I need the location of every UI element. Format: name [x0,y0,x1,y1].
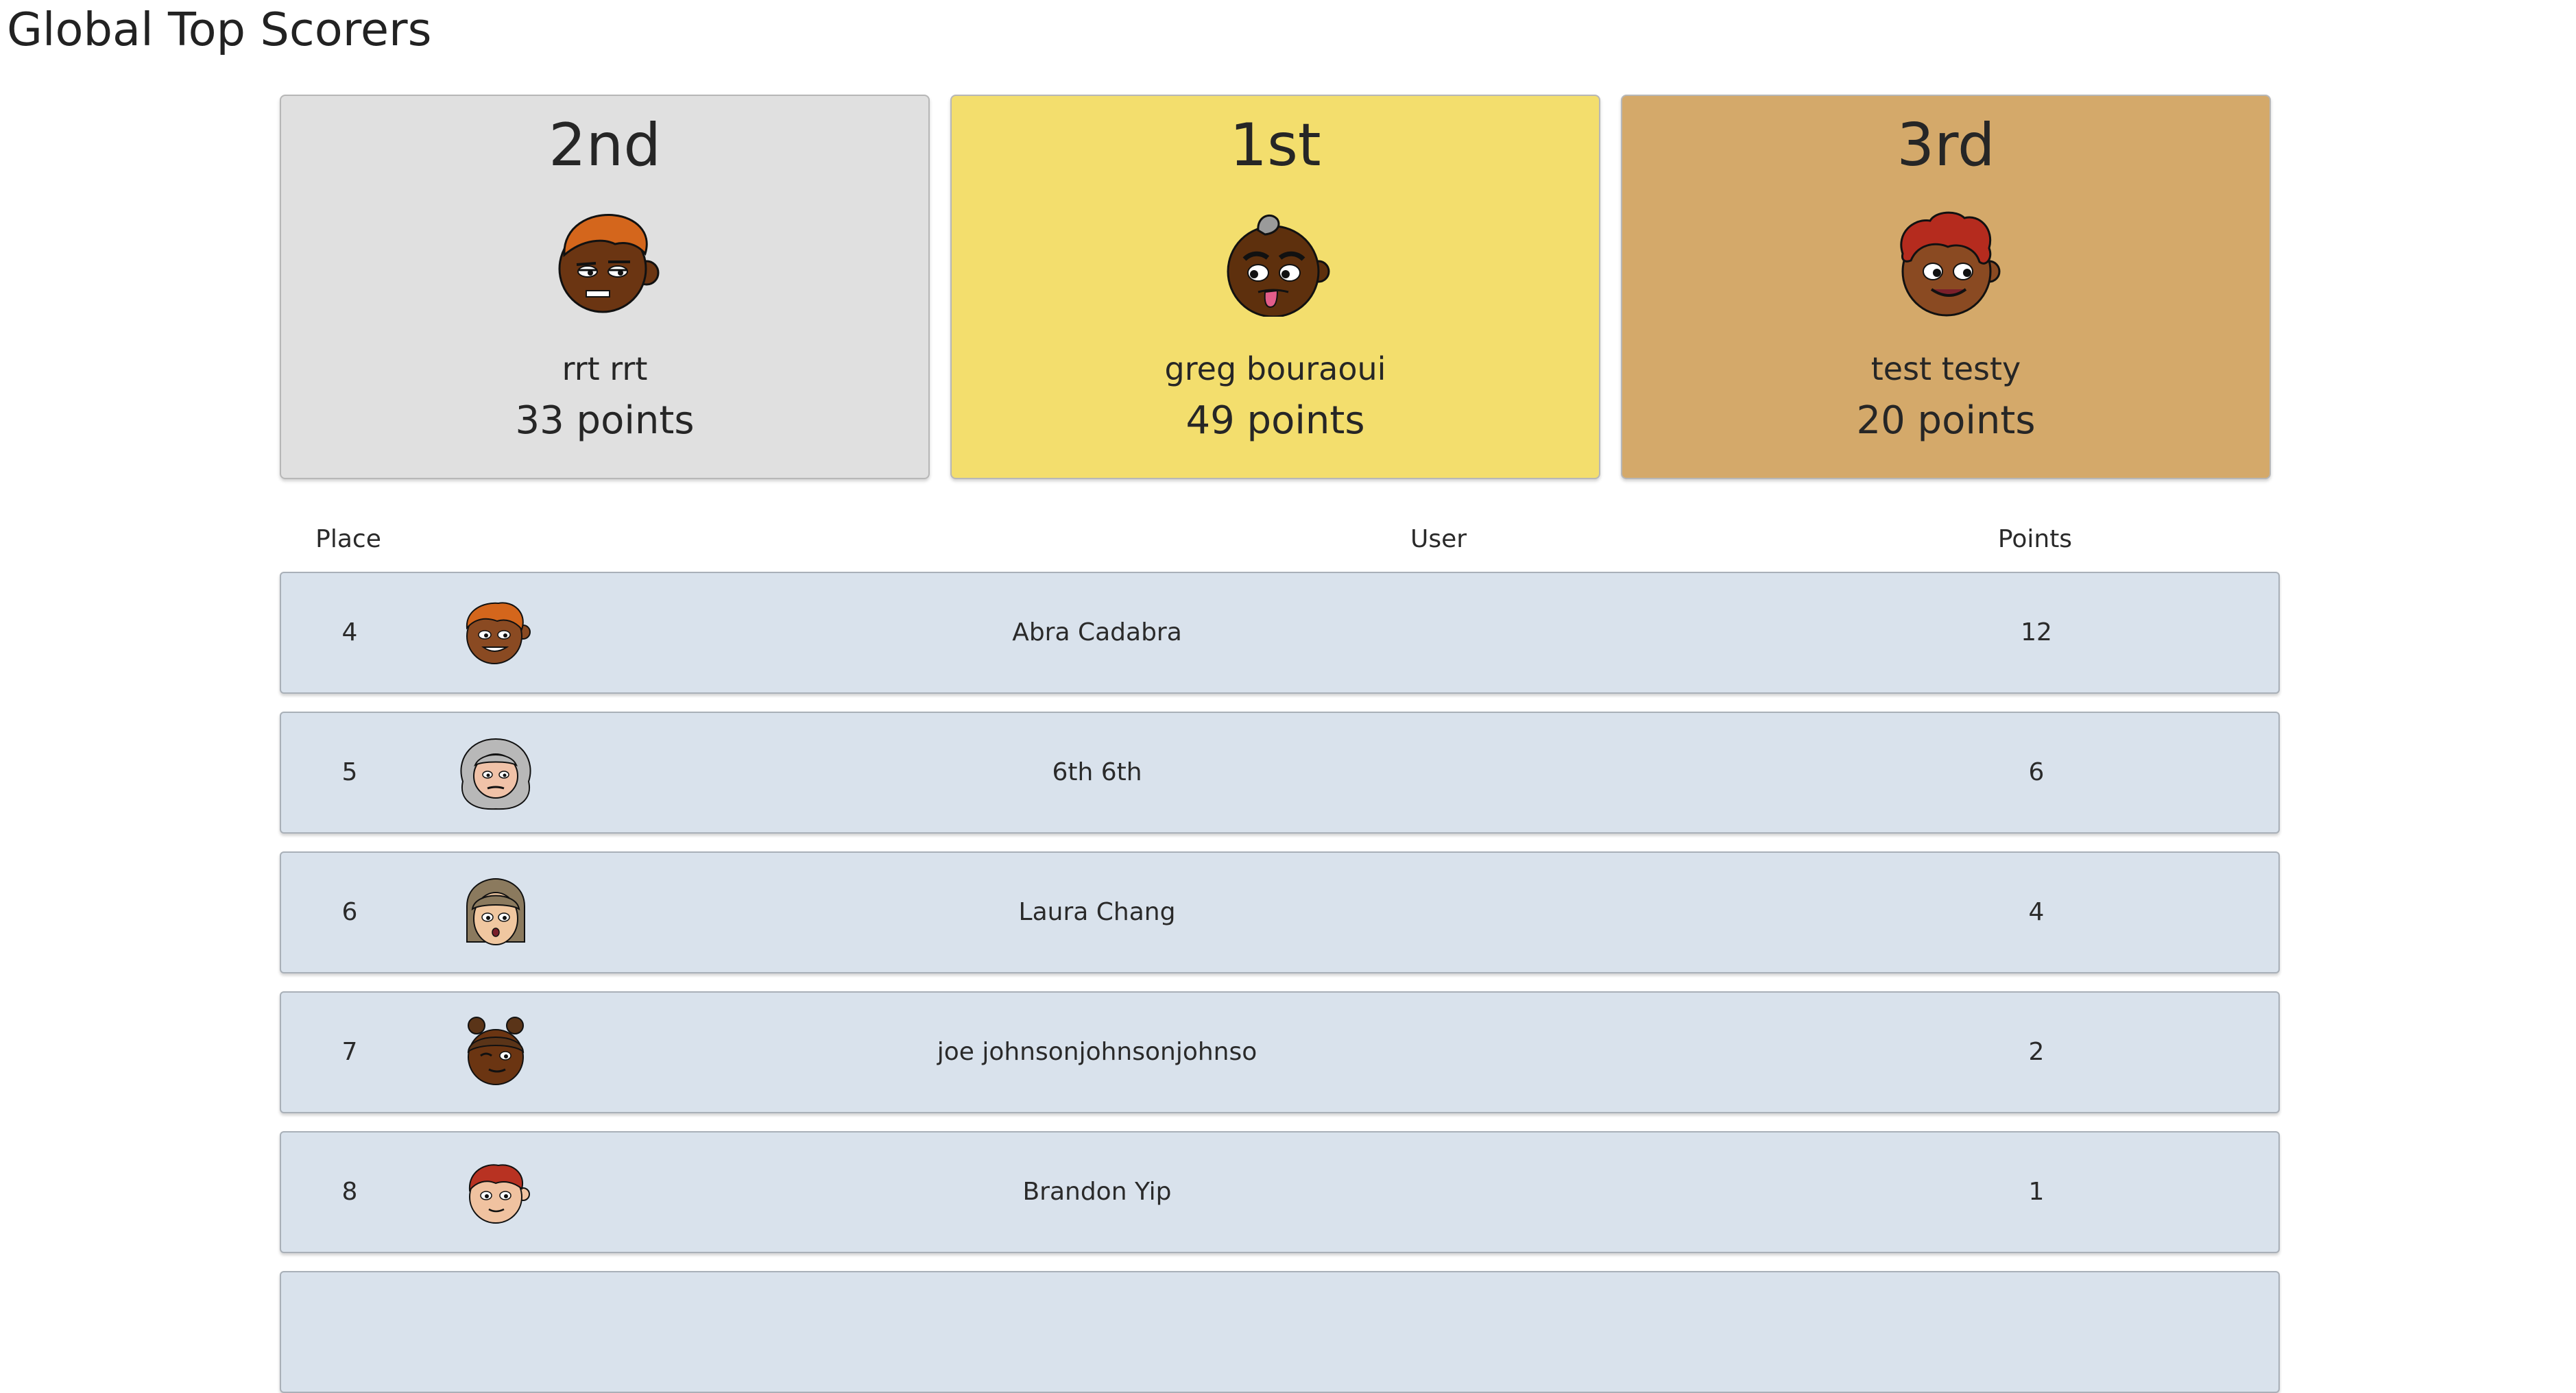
avatar-red-curly-hair-icon [1890,206,2001,317]
podium-place-label: 1st [1229,111,1321,180]
avatar-bald-tongue-out-icon [1220,206,1331,317]
avatar-gray-long-hair-icon [456,734,535,813]
header-place: Place [315,525,381,553]
page-title: Global Top Scorers [7,3,432,56]
row-place: 6 [341,898,358,926]
header-user: User [1410,525,1467,553]
avatar-boy-orange-hair-icon [549,206,660,317]
podium-user-points: 49 points [1185,398,1365,443]
avatar-brown-hair-bangs-icon [456,873,535,953]
row-place: 7 [341,1038,358,1066]
podium-user-name: test testy [1870,350,2021,387]
podium: 2nd rrt rrt 33 points 1st greg bouraoui … [280,95,2272,481]
row-user-name: Brandon Yip [1022,1178,1172,1206]
avatar-hair-buns-wink-icon [456,1013,535,1093]
avatar-orange-hair-grin-icon [456,594,535,673]
row-place: 8 [341,1178,358,1206]
row-points: 12 [2021,618,2052,646]
row-user-name: 6th 6th [1052,758,1142,786]
avatar-red-hair-light-skin-icon [456,1153,535,1233]
table-row[interactable]: 5 6th 6th 6 [280,712,2280,834]
row-points: 6 [2028,758,2045,786]
podium-user-name: greg bouraoui [1164,350,1386,387]
podium-place-label: 3rd [1897,111,1995,180]
podium-place-label: 2nd [549,111,661,180]
podium-user-points: 33 points [515,398,695,443]
row-points: 4 [2028,898,2045,926]
table-row[interactable]: 4 Abra Cadabra 12 [280,572,2280,694]
table-row[interactable]: 6 Laura Chang 4 [280,851,2280,973]
podium-user-points: 20 points [1856,398,2036,443]
row-place: 4 [341,618,358,646]
row-user-name: joe johnsonjohnsonjohnso [937,1038,1257,1066]
table-row[interactable] [280,1271,2280,1393]
podium-card-first[interactable]: 1st greg bouraoui 49 points [950,95,1600,479]
podium-card-second[interactable]: 2nd rrt rrt 33 points [280,95,930,479]
table-row[interactable]: 7 joe johnsonjohnsonjohnso 2 [280,991,2280,1113]
row-user-name: Laura Chang [1018,898,1176,926]
row-points: 1 [2028,1178,2045,1206]
header-points: Points [1997,525,2073,553]
table-row[interactable]: 8 Brandon Yip 1 [280,1131,2280,1253]
row-user-name: Abra Cadabra [1012,618,1182,646]
leaderboard-header: Place User Points [280,522,2280,557]
podium-user-name: rrt rrt [562,350,648,387]
row-points: 2 [2028,1038,2045,1066]
row-place: 5 [341,758,358,786]
podium-card-third[interactable]: 3rd test testy 20 points [1621,95,2271,479]
